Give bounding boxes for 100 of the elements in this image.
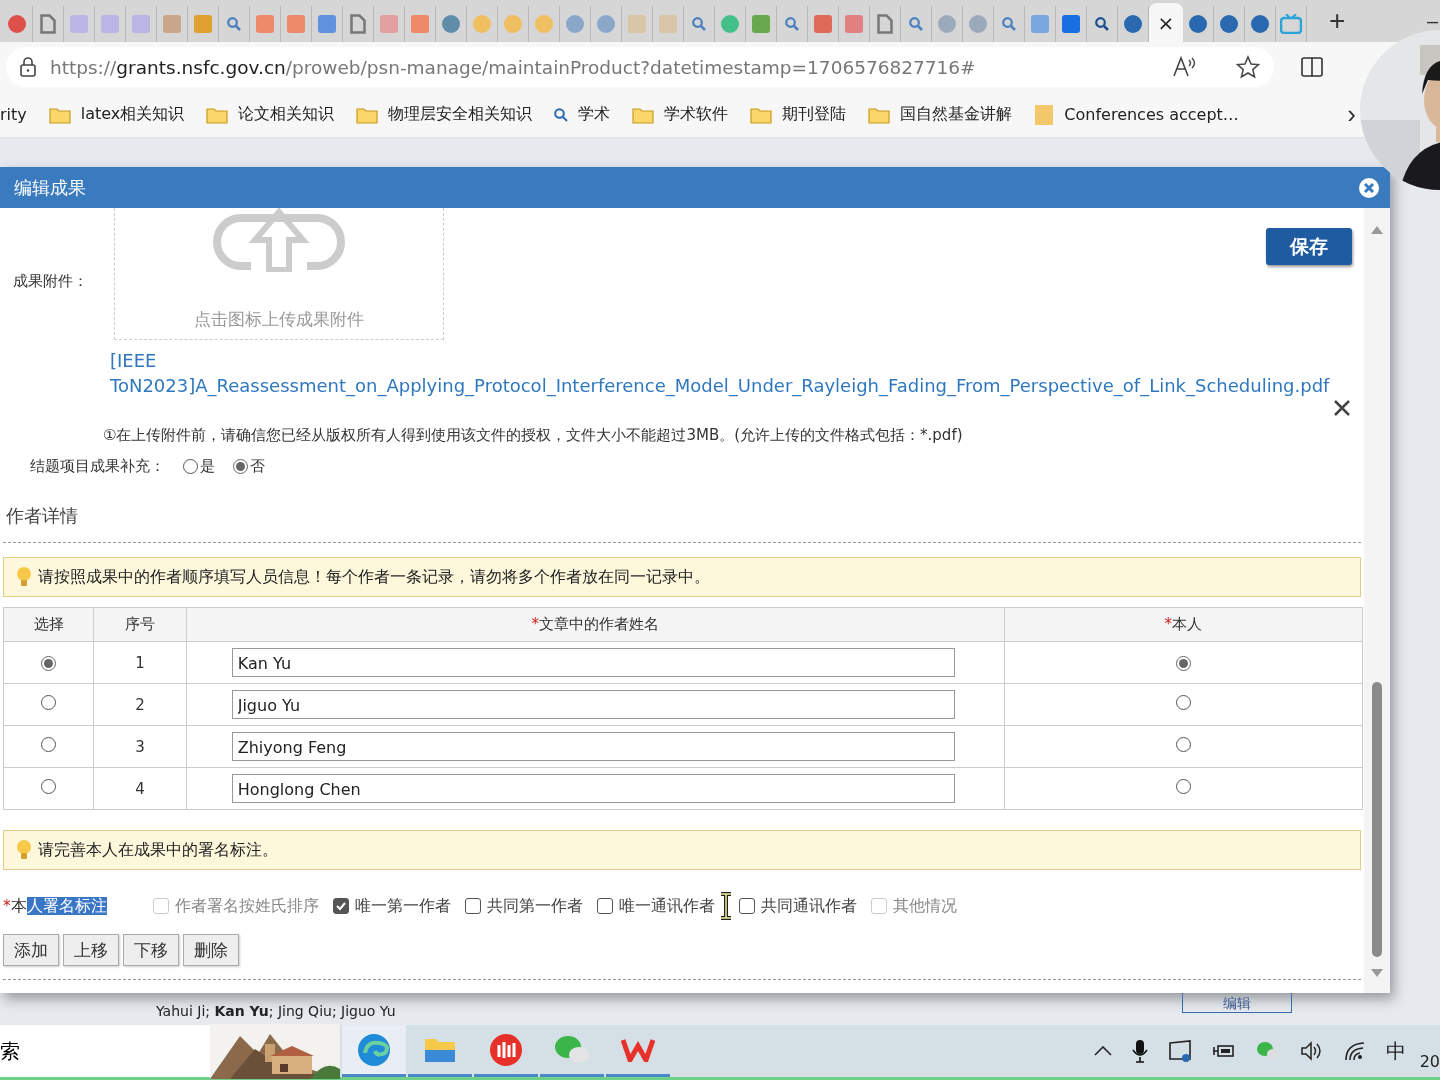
scrollbar-thumb[interactable]	[1372, 682, 1382, 957]
bookmark[interactable]: 物理层安全相关知识	[356, 104, 533, 125]
search-icon	[554, 107, 569, 122]
caret-icon[interactable]	[1093, 1046, 1112, 1056]
checkbox[interactable]	[465, 898, 481, 914]
action-button[interactable]: 添加	[3, 934, 59, 966]
bookmark[interactable]: 学术	[554, 104, 611, 125]
self-radio[interactable]	[1175, 655, 1191, 671]
remove-file-button[interactable]	[1332, 398, 1352, 418]
bookmark[interactable]: Conferences accept…	[1034, 103, 1239, 126]
table-cell: 4	[93, 767, 187, 810]
checkbox[interactable]	[739, 898, 755, 914]
radio-button[interactable]	[233, 459, 248, 474]
bookmark[interactable]: 期刊登陆	[750, 104, 847, 125]
author-name-field[interactable]: Honglong Chen	[231, 774, 955, 803]
display-icon[interactable]	[1167, 1040, 1192, 1062]
radio-option[interactable]: 是	[183, 457, 215, 476]
cloud-upload-icon[interactable]	[211, 208, 347, 272]
radio-button[interactable]	[183, 459, 198, 474]
folder-icon	[48, 105, 71, 124]
text-cursor-icon	[719, 892, 733, 920]
favorite-star-icon[interactable]	[1236, 55, 1260, 79]
table-cell: 3	[93, 725, 187, 768]
action-button[interactable]: 删除	[183, 934, 239, 966]
folder-icon	[750, 105, 773, 124]
field-label: 成果附件：	[13, 272, 89, 291]
upload-hint: 点击图标上传成果附件	[194, 308, 364, 331]
read-aloud-icon[interactable]	[1172, 56, 1196, 78]
taskbar-app[interactable]	[342, 1025, 406, 1077]
speaker-icon[interactable]	[1299, 1041, 1324, 1061]
checkbox-option[interactable]: 唯一第一作者	[333, 895, 451, 917]
chat-icon	[554, 1034, 590, 1065]
edit-button[interactable]: 编辑	[1182, 993, 1292, 1013]
author-list-text: Yahui Ji; Kan Yu; Jing Qiu; Jiguo Yu	[156, 1003, 397, 1019]
scroll-up-icon[interactable]	[1371, 226, 1383, 234]
file-link[interactable]: [IEEE ToN2023]A_Reassessment_on_Applying_Protocol_Interference_Model_Under_Rayleigh_Fading_From_Perspective_of_Link_Scheduling.pdf	[110, 348, 1350, 398]
self-radio[interactable]	[1175, 779, 1191, 794]
square-icon	[1034, 103, 1055, 126]
radio-option[interactable]: 否	[233, 457, 265, 476]
upload-note: ①在上传附件前，请确信您已经从版权所有人得到使用该文件的授权，文件大小不能超过3MB。(允许上传的文件格式包括：*.pdf)	[103, 426, 964, 445]
tab-close-button[interactable]: ×	[1157, 13, 1175, 33]
checkbox-option[interactable]: 共同通讯作者	[739, 895, 857, 917]
bookmark[interactable]: 国自然基金讲解	[868, 104, 1013, 125]
address-bar[interactable]: https://grants.nsfc.gov.cn/proweb/psn-manage/maintainProduct?datetimestamp=1706576827716#	[6, 47, 1274, 87]
bookmark[interactable]: 学术软件	[632, 104, 729, 125]
field-label: 结题项目成果补充：	[30, 457, 165, 476]
checkbox-option[interactable]: 唯一通讯作者	[597, 895, 715, 917]
save-button[interactable]: 保存	[1266, 228, 1352, 265]
row-select-radio[interactable]	[41, 655, 57, 671]
checkbox[interactable]	[597, 898, 613, 914]
folder-icon	[206, 105, 229, 124]
author-name-field[interactable]: Jiguo Yu	[231, 690, 955, 719]
lightbulb-icon	[16, 566, 32, 588]
zigzag-icon	[621, 1037, 655, 1062]
table-cell: 1	[93, 641, 187, 684]
scroll-down-icon[interactable]	[1371, 969, 1383, 977]
dialog-title: 编辑成果	[14, 175, 86, 200]
checkbox[interactable]	[333, 898, 349, 914]
field-label: *本人署名标注	[3, 895, 108, 917]
clock-text: 20	[1419, 1051, 1440, 1071]
row-select-radio[interactable]	[41, 779, 57, 794]
row-select-radio[interactable]	[41, 695, 57, 710]
bookmark[interactable]: rity	[0, 105, 27, 124]
split-screen-icon[interactable]	[1300, 56, 1324, 78]
self-radio[interactable]	[1175, 695, 1191, 710]
author-name-field[interactable]: Zhiyong Feng	[231, 732, 955, 761]
tip-text: 请完善本人在成果中的署名标注。	[38, 839, 278, 861]
action-button[interactable]: 下移	[123, 934, 179, 966]
table-cell: 2	[93, 683, 187, 726]
column-header: 序号	[93, 607, 187, 642]
self-radio[interactable]	[1175, 737, 1191, 752]
lock-icon	[20, 57, 36, 77]
folder-icon	[356, 105, 379, 124]
more-bookmarks-button[interactable]: ›	[1347, 99, 1356, 130]
row-select-radio[interactable]	[41, 737, 57, 752]
column-header: *文章中的作者姓名	[186, 607, 1005, 642]
author-name-field[interactable]: Kan Yu	[231, 648, 955, 677]
minimize-button[interactable]: –	[1426, 9, 1438, 33]
column-header: 选择	[3, 607, 94, 642]
new-tab-button[interactable]: +	[1329, 7, 1346, 35]
microphone-icon[interactable]	[1131, 1039, 1148, 1063]
lightbulb-icon	[16, 839, 32, 861]
browser-tab[interactable]: ×	[1149, 3, 1183, 43]
bookmark[interactable]: latex相关知识	[48, 104, 185, 125]
scrollbar[interactable]	[1364, 208, 1390, 993]
close-icon[interactable]	[1358, 176, 1380, 199]
battery-icon[interactable]	[1211, 1043, 1236, 1059]
taskbar-search[interactable]: 索	[0, 1025, 210, 1077]
column-header: *本人	[1004, 607, 1363, 642]
folder-icon	[868, 105, 891, 124]
wifi-icon[interactable]	[1343, 1041, 1366, 1061]
chat-icon[interactable]	[1255, 1041, 1280, 1061]
checkbox-option[interactable]: 共同第一作者	[465, 895, 583, 917]
input-method-indicator[interactable]: 中	[1385, 1037, 1406, 1065]
tip-text: 请按照成果中的作者顺序填写人员信息！每个作者一条记录，请勿将多个作者放在同一记录中。	[38, 566, 710, 588]
url-text: https://grants.nsfc.gov.cn/proweb/psn-manage/maintainProduct?datetimestamp=1706576827716#	[50, 56, 977, 78]
swirl-icon	[357, 1032, 391, 1067]
bookmark[interactable]: 论文相关知识	[206, 104, 335, 125]
section-title: 作者详情	[6, 504, 79, 528]
action-button[interactable]: 上移	[63, 934, 119, 966]
